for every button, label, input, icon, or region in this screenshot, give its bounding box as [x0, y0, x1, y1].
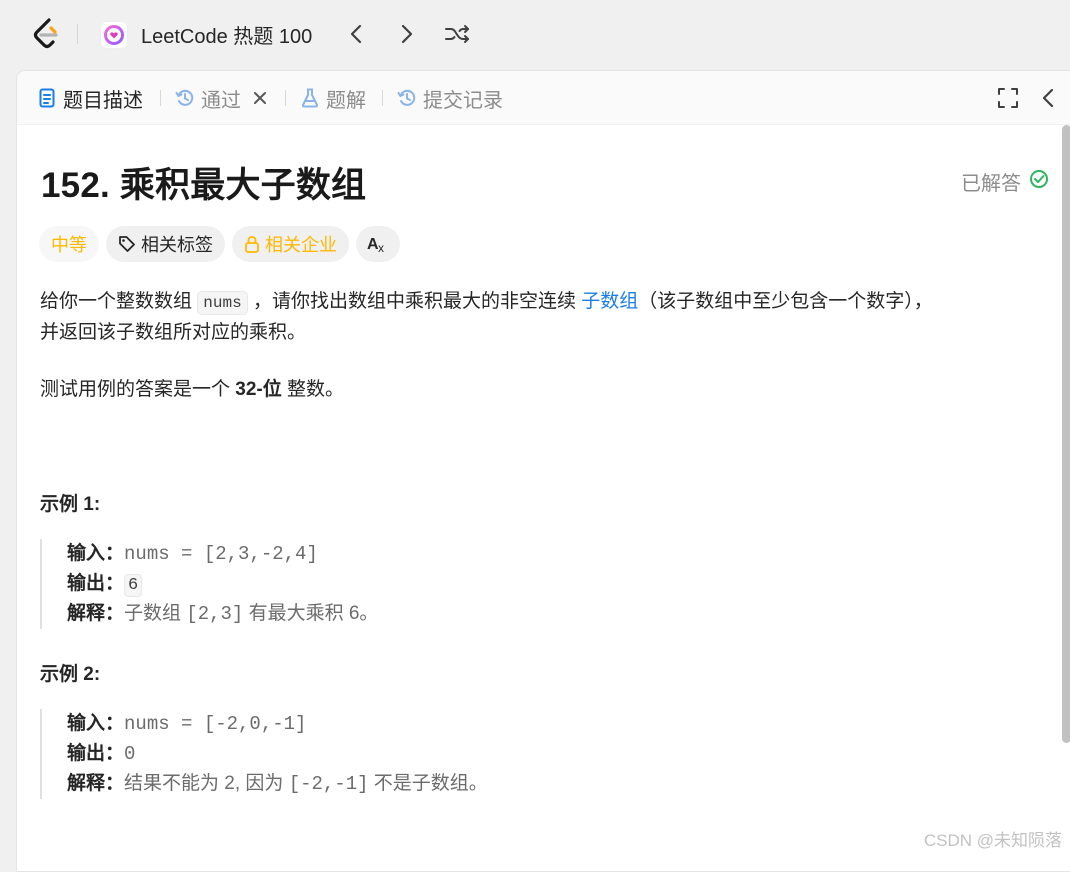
tab-description[interactable]: 题目描述: [37, 85, 143, 112]
desc-text: 测试用例的答案是一个: [40, 379, 236, 400]
example-1-heading: 示例 1:: [40, 494, 101, 515]
tab-solutions[interactable]: 题解: [300, 85, 366, 112]
translate-button[interactable]: Ax: [356, 226, 400, 262]
desc-text: 并返回该子数组所对应的乘积。: [40, 322, 307, 343]
input-label: 输入：: [67, 543, 125, 564]
leetcode-logo-icon[interactable]: [32, 18, 62, 50]
watermark: CSDN @未知陨落: [923, 831, 1062, 850]
tab-divider: [160, 90, 161, 106]
desc-text: 给你一个整数数组: [40, 291, 198, 312]
explain-text: 子数组: [124, 603, 187, 624]
output-label: 输出：: [67, 743, 125, 764]
related-companies-button[interactable]: 相关企业: [232, 226, 349, 262]
example-1-block: 输入：nums = [2,3,-2,4] 输出： 6 解释：子数组 [2,3] 有…: [40, 539, 378, 629]
nav-divider: [77, 24, 78, 44]
scrollbar[interactable]: [1062, 125, 1070, 743]
output-value: 0: [124, 743, 136, 765]
tag-row: 中等 相关标签 相关企业 Ax: [39, 226, 407, 262]
explain-code: [-2,-1]: [288, 773, 369, 795]
desc-text: ，请你找出数组中乘积最大的非空连续: [247, 291, 582, 312]
explain-code: [2,3]: [186, 603, 244, 625]
output-value: 6: [124, 574, 143, 597]
tab-label: 通过: [201, 89, 241, 112]
random-problem-button[interactable]: [443, 22, 471, 46]
problem-title: 152. 乘积最大子数组: [41, 166, 367, 205]
chevron-right-icon: [401, 24, 413, 44]
tab-submissions[interactable]: 提交记录: [397, 85, 503, 112]
solved-label: 已解答: [961, 173, 1021, 195]
explain-text: 结果不能为 2, 因为: [124, 773, 289, 794]
description-paragraph-2: 测试用例的答案是一个 32-位 整数。: [40, 375, 344, 405]
chevron-left-icon: [350, 24, 362, 44]
tab-label: 提交记录: [423, 89, 503, 112]
prev-problem-button[interactable]: [344, 22, 368, 46]
svg-text:x: x: [378, 241, 384, 254]
input-value: nums = [-2,0,-1]: [124, 713, 307, 735]
subarray-link[interactable]: 子数组: [581, 291, 638, 312]
solved-status: 已解答: [961, 167, 1049, 196]
explain-text: 有最大乘积 6。: [243, 603, 379, 624]
related-companies-label: 相关企业: [265, 235, 337, 255]
example-2-block: 输入：nums = [-2,0,-1] 输出：0 解释：结果不能为 2, 因为 …: [40, 709, 488, 799]
tag-icon: [118, 235, 136, 253]
tab-accepted[interactable]: 通过: [175, 85, 267, 112]
explain-label: 解释：: [67, 773, 125, 794]
explain-label: 解释：: [67, 603, 125, 624]
explain-text: 不是子数组。: [368, 773, 488, 794]
translate-icon: Ax: [367, 234, 389, 254]
top-nav: LeetCode 热题 100: [0, 0, 1070, 68]
input-value: nums = [2,3,-2,4]: [124, 543, 318, 565]
tab-divider: [382, 90, 383, 106]
flask-icon: [300, 88, 320, 108]
desc-text: 整数。: [281, 379, 345, 400]
related-tags-label: 相关标签: [141, 235, 213, 255]
history-icon: [175, 88, 195, 108]
problem-list-title: LeetCode 热题 100: [141, 26, 313, 48]
related-tags-button[interactable]: 相关标签: [106, 226, 225, 262]
tab-label: 题解: [326, 89, 366, 112]
difficulty-badge: 中等: [39, 226, 99, 262]
fullscreen-icon[interactable]: [997, 87, 1019, 114]
history-icon: [397, 88, 417, 108]
desc-bold: 32-位: [235, 379, 282, 400]
example-2-heading: 示例 2:: [40, 664, 101, 685]
difficulty-label: 中等: [51, 235, 87, 255]
collapse-panel-icon[interactable]: [1041, 87, 1055, 114]
input-label: 输入：: [67, 713, 125, 734]
tab-divider: [285, 90, 286, 106]
description-paragraph-1: 给你一个整数数组 nums ，请你找出数组中乘积最大的非空连续 子数组（该子数组…: [40, 287, 933, 348]
heart-chat-icon: [100, 20, 128, 49]
tab-label: 题目描述: [63, 89, 143, 112]
next-problem-button[interactable]: [395, 22, 419, 46]
inline-code: nums: [197, 291, 248, 315]
close-icon[interactable]: [253, 91, 267, 105]
document-icon: [37, 88, 57, 108]
problem-list-button[interactable]: LeetCode 热题 100: [100, 20, 312, 49]
tab-bar: 题目描述 通过 题解 提交记录: [17, 71, 1070, 125]
check-circle-icon: [1029, 169, 1049, 195]
shuffle-icon: [445, 25, 469, 43]
desc-text: （该子数组中至少包含一个数字），: [638, 291, 933, 312]
output-label: 输出：: [67, 573, 125, 594]
problem-panel: 题目描述 通过 题解 提交记录 152. 乘积最大子数组 已解答 中等 相关标签…: [16, 70, 1070, 872]
lock-icon: [244, 235, 260, 253]
